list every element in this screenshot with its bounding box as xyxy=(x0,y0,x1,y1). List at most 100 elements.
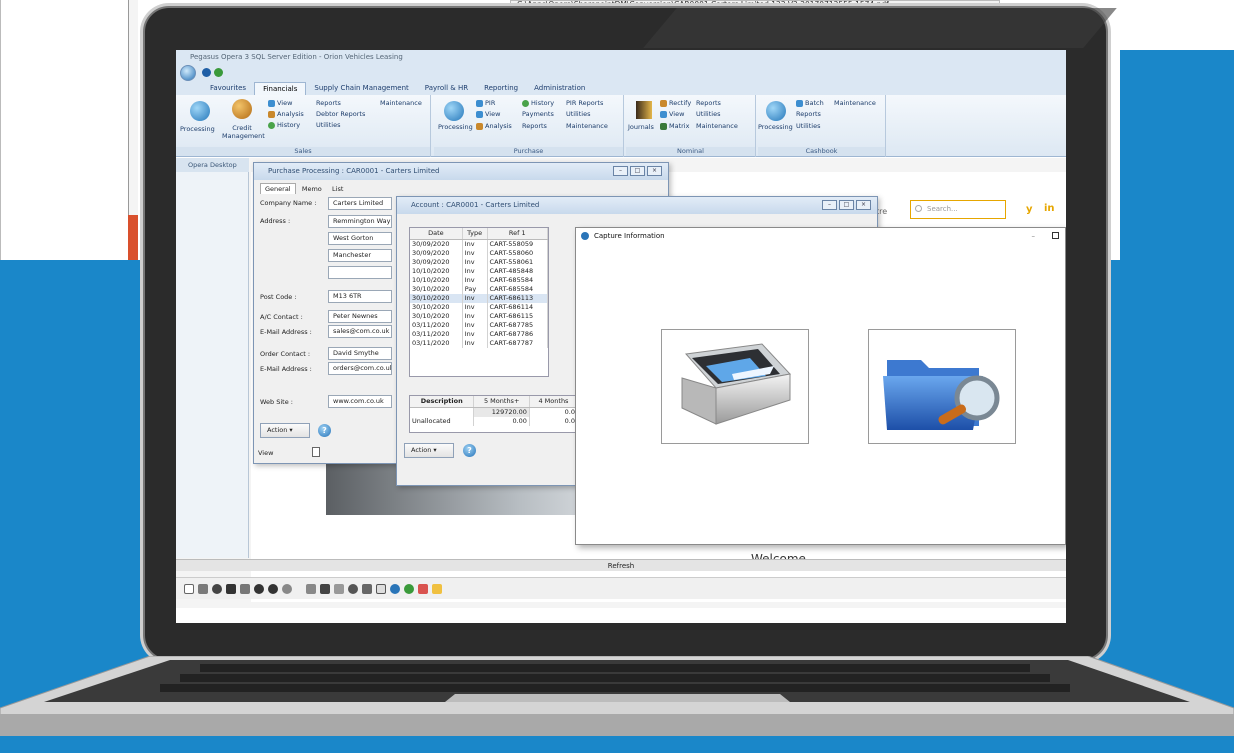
email-field-2[interactable]: orders@com.co.uk xyxy=(328,362,392,375)
journals-button[interactable]: Journals xyxy=(628,123,654,131)
address-line-3-field[interactable]: Manchester xyxy=(328,249,392,262)
purchase-processing-icon[interactable] xyxy=(444,101,464,121)
help-icon[interactable] xyxy=(202,68,211,77)
new-document-icon[interactable] xyxy=(184,584,194,594)
address-line-4-field[interactable] xyxy=(328,266,392,279)
sales-processing-button[interactable]: Processing xyxy=(180,125,215,133)
column-header-type[interactable]: Type xyxy=(462,228,488,240)
table-row[interactable]: 30/10/2020 Inv CART-686114 xyxy=(410,302,548,312)
close-button[interactable]: × xyxy=(856,200,871,210)
scanner-option[interactable] xyxy=(661,329,809,444)
ac-contact-field[interactable]: Peter Newnes xyxy=(328,310,392,323)
purchase-maintenance-menu[interactable]: Maintenance xyxy=(566,122,608,130)
link-icon[interactable] xyxy=(306,584,316,594)
purchase-analysis-button[interactable]: Analysis xyxy=(476,122,512,130)
nominal-view-button[interactable]: View xyxy=(660,110,684,118)
flag-icon[interactable] xyxy=(320,584,330,594)
settings-icon[interactable] xyxy=(212,584,222,594)
purchase-history-button[interactable]: History xyxy=(522,99,554,107)
journals-icon[interactable] xyxy=(636,101,652,119)
pin-icon[interactable] xyxy=(404,584,414,594)
edit-icon[interactable] xyxy=(362,584,372,594)
sales-analysis-button[interactable]: Analysis xyxy=(268,110,304,118)
address-line-1-field[interactable]: Remmington Way xyxy=(328,215,392,228)
site-search-input[interactable]: Search... xyxy=(910,200,1006,219)
account-window-titlebar[interactable]: Account : CAR0001 - Carters Limited – □ … xyxy=(397,197,877,214)
post-code-field[interactable]: M13 6TR xyxy=(328,290,392,303)
sales-reports-menu[interactable]: Reports xyxy=(316,99,341,107)
cashbook-processing-button[interactable]: Processing xyxy=(758,123,793,131)
minimize-button[interactable]: – xyxy=(613,166,628,176)
sales-processing-icon[interactable] xyxy=(190,101,210,121)
table-row[interactable]: 10/10/2020 Inv CART-485848 xyxy=(410,266,548,276)
undo-icon[interactable] xyxy=(240,584,250,594)
tab-administration[interactable]: Administration xyxy=(526,82,593,95)
help-icon[interactable]: ? xyxy=(463,444,476,457)
globe-icon[interactable] xyxy=(348,584,358,594)
tab-memo[interactable]: Memo xyxy=(298,184,326,194)
credit-management-icon[interactable] xyxy=(232,99,252,119)
purchase-reports-menu[interactable]: Reports xyxy=(522,122,547,130)
cashbook-maintenance-menu[interactable]: Maintenance xyxy=(834,99,876,107)
column-header-date[interactable]: Date xyxy=(410,228,463,240)
tag-icon[interactable] xyxy=(334,584,344,594)
sales-maintenance-menu[interactable]: Maintenance xyxy=(380,99,422,107)
website-field[interactable]: www.com.co.uk xyxy=(328,395,392,408)
table-row[interactable]: 30/09/2020 Inv CART-558061 xyxy=(410,257,548,267)
nominal-utilities-menu[interactable]: Utilities xyxy=(696,110,720,118)
pir-button[interactable]: PIR xyxy=(476,99,495,107)
email-field-1[interactable]: sales@com.co.uk xyxy=(328,325,392,338)
debtor-reports-menu[interactable]: Debtor Reports xyxy=(316,110,365,118)
table-row[interactable]: 30/10/2020 Pay CART-685584 xyxy=(410,284,548,294)
table-row[interactable]: 30/09/2020 Inv CART-558059 xyxy=(410,239,548,249)
app-orb-icon[interactable] xyxy=(180,65,196,81)
table-row[interactable]: 03/11/2020 Inv CART-687787 xyxy=(410,338,548,348)
batch-button[interactable]: Batch xyxy=(796,99,824,107)
nominal-reports-menu[interactable]: Reports xyxy=(696,99,721,107)
cashbook-utilities-menu[interactable]: Utilities xyxy=(796,122,820,130)
cashbook-reports-menu[interactable]: Reports xyxy=(796,110,821,118)
minimize-button[interactable]: – xyxy=(1032,228,1036,244)
maximize-button[interactable] xyxy=(1052,232,1059,239)
refresh-icon[interactable] xyxy=(214,68,223,77)
purchase-utilities-menu[interactable]: Utilities xyxy=(566,110,590,118)
maximize-button[interactable]: □ xyxy=(630,166,645,176)
purchase-window-titlebar[interactable]: Purchase Processing : CAR0001 - Carters … xyxy=(254,163,668,180)
close-button[interactable]: × xyxy=(647,166,662,176)
purchase-processing-button[interactable]: Processing xyxy=(438,123,473,131)
open-icon[interactable] xyxy=(198,584,208,594)
purchase-view-button[interactable]: View xyxy=(476,110,500,118)
maximize-button[interactable]: □ xyxy=(839,200,854,210)
view-button-document-icon[interactable] xyxy=(312,447,320,457)
table-row[interactable]: 30/10/2020 Inv CART-686113 xyxy=(410,293,548,303)
tab-favourites[interactable]: Favourites xyxy=(202,82,254,95)
minimize-button[interactable]: – xyxy=(822,200,837,210)
purchase-action-button[interactable]: Action ▾ xyxy=(260,423,310,438)
table-row[interactable]: 10/10/2020 Inv CART-685584 xyxy=(410,275,548,285)
reload-icon[interactable] xyxy=(282,584,292,594)
tab-supply-chain[interactable]: Supply Chain Management xyxy=(306,82,416,95)
credit-management-button[interactable]: Credit Management xyxy=(222,124,265,140)
capture-window-titlebar[interactable]: Capture Information – xyxy=(576,228,1065,244)
order-contact-field[interactable]: David Smythe xyxy=(328,347,392,360)
table-row[interactable]: 03/11/2020 Inv CART-687786 xyxy=(410,329,548,339)
tab-list[interactable]: List xyxy=(328,184,347,194)
company-name-field[interactable]: Carters Limited xyxy=(328,197,392,210)
pir-reports-menu[interactable]: PIR Reports xyxy=(566,99,603,107)
payments-menu[interactable]: Payments xyxy=(522,110,554,118)
column-header-ref[interactable]: Ref 1 xyxy=(487,228,548,240)
linkedin-icon[interactable]: in xyxy=(1044,203,1055,214)
forward-icon[interactable] xyxy=(268,584,278,594)
help-icon[interactable]: ? xyxy=(318,424,331,437)
sales-utilities-menu[interactable]: Utilities xyxy=(316,121,340,129)
table-row[interactable]: 03/11/2020 Inv CART-687785 xyxy=(410,320,548,330)
table-row[interactable]: 30/10/2020 Inv CART-686115 xyxy=(410,311,548,321)
account-action-button[interactable]: Action ▾ xyxy=(404,443,454,458)
tab-reporting[interactable]: Reporting xyxy=(476,82,526,95)
nominal-maintenance-menu[interactable]: Maintenance xyxy=(696,122,738,130)
app-icon[interactable] xyxy=(390,584,400,594)
table-row[interactable]: 30/09/2020 Inv CART-558060 xyxy=(410,248,548,258)
notes-icon[interactable] xyxy=(432,584,442,594)
rectify-button[interactable]: Rectify xyxy=(660,99,691,107)
twitter-icon[interactable]: y xyxy=(1026,204,1033,215)
